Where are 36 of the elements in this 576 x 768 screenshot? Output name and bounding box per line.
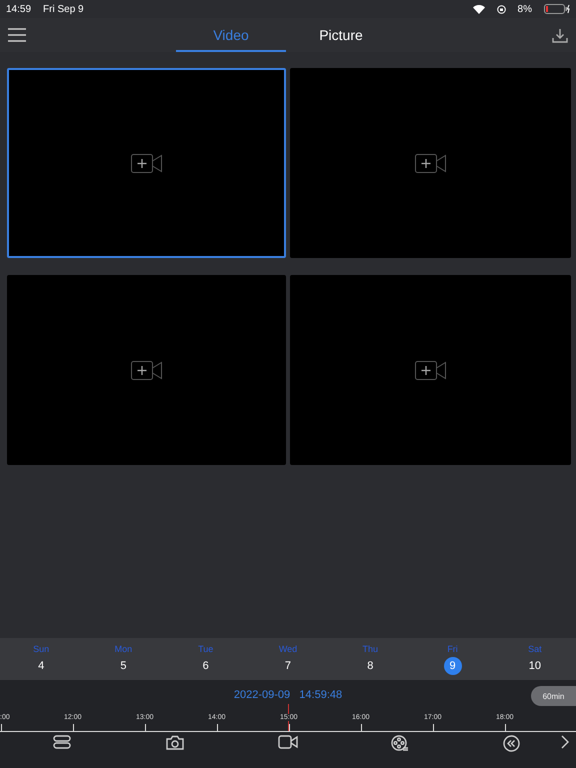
wifi-icon [472,4,485,14]
weekday-label: Sat [528,644,542,654]
add-camera-icon[interactable] [131,154,162,172]
add-camera-icon[interactable] [415,154,446,172]
calendar-day[interactable]: 8 [361,656,380,674]
calendar-day[interactable]: 4 [32,656,50,674]
download-icon[interactable] [552,28,568,42]
battery-percent: 8% [518,4,532,14]
weekday-label: Fri [447,644,458,654]
status-date: Fri Sep 9 [43,4,84,14]
menu-icon[interactable] [8,28,26,42]
add-camera-icon[interactable] [131,360,162,380]
weekday-label: Thu [362,644,378,654]
calendar-day[interactable]: 7 [278,656,297,674]
timestamp: 2022-09-09 14:59:48 [234,689,342,703]
weekday-label: Mon [114,644,132,654]
video-camera-icon[interactable] [278,735,298,749]
calendar-day[interactable]: 5 [114,656,132,674]
calendar-day[interactable]: 6 [196,656,215,674]
video-window[interactable] [7,68,286,258]
weekday-label: Wed [278,644,298,654]
battery-icon [544,4,570,14]
chevron-right-icon[interactable] [561,735,569,749]
tab[interactable]: Picture [286,18,396,52]
camera-icon[interactable] [166,735,184,750]
calendar-day[interactable]: 10 [526,656,544,674]
weekday-label: Sun [33,644,50,654]
weekday-label: Tue [198,644,214,654]
clock-time: 14:59 [6,4,32,14]
film-reel-icon[interactable] [391,735,409,752]
zoom-toggle[interactable]: 60min [531,686,576,706]
lock-rotation-icon [496,4,506,14]
add-camera-icon[interactable] [415,360,446,380]
rewind-icon[interactable] [503,735,520,752]
calendar-day[interactable]: 9 [444,656,462,674]
layout-icon[interactable] [53,735,71,749]
